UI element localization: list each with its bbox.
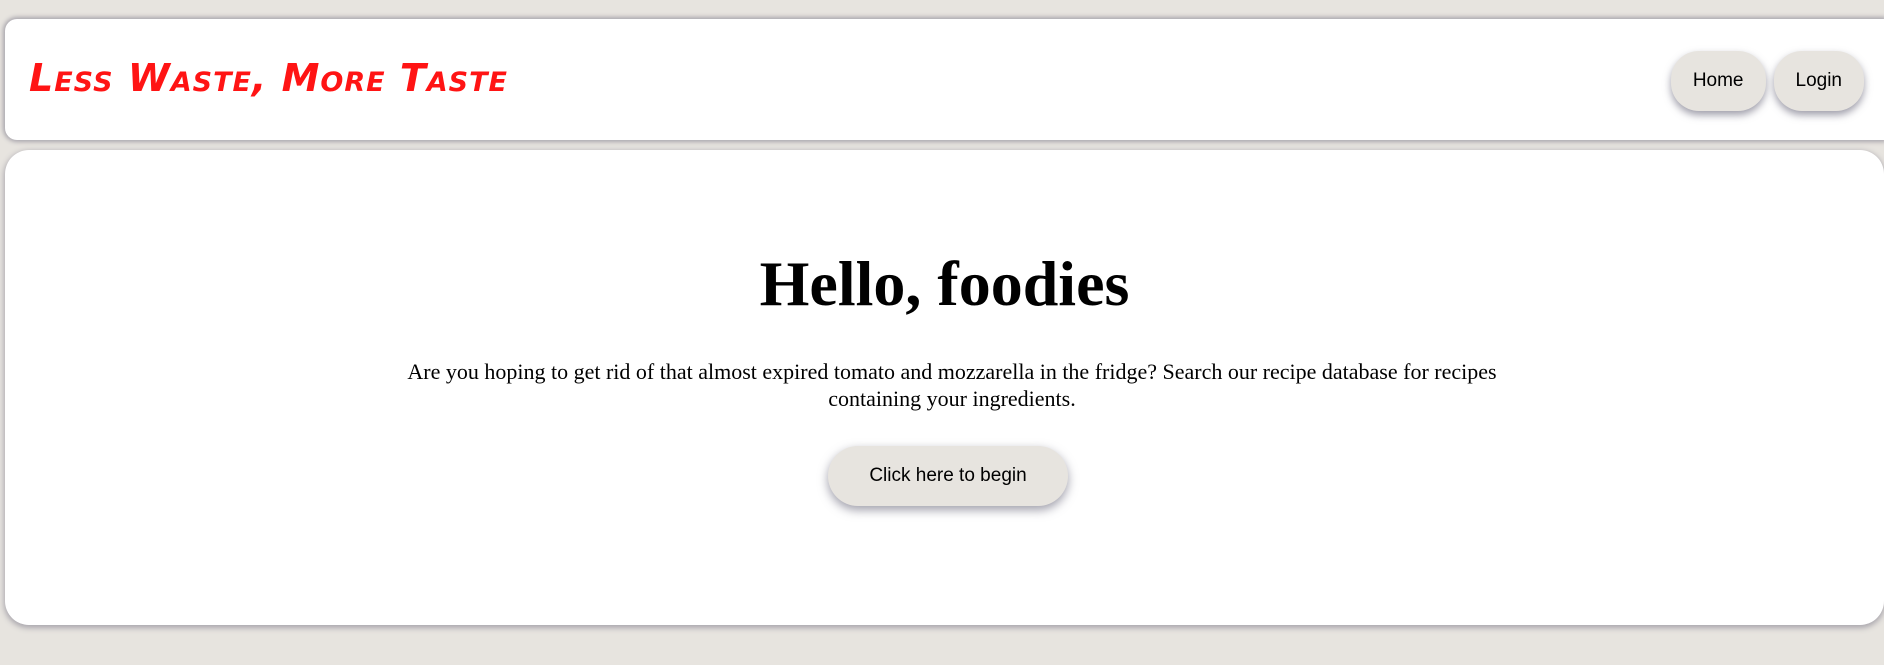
home-button[interactable]: Home — [1670, 51, 1766, 111]
begin-button[interactable]: Click here to begin — [828, 446, 1068, 506]
top-nav: Home Login — [1670, 51, 1864, 111]
hero-card: Hello, foodies Are you hoping to get rid… — [5, 150, 1884, 625]
hero-description: Are you hoping to get rid of that almost… — [407, 359, 1497, 411]
page: Less Waste, More Taste Home Login Hello,… — [0, 0, 1884, 665]
site-logo-text[interactable]: Less Waste, More Taste — [29, 59, 508, 97]
login-button[interactable]: Login — [1773, 51, 1864, 111]
site-header: Less Waste, More Taste Home Login — [5, 19, 1884, 140]
hero-title: Hello, foodies — [759, 248, 1130, 319]
